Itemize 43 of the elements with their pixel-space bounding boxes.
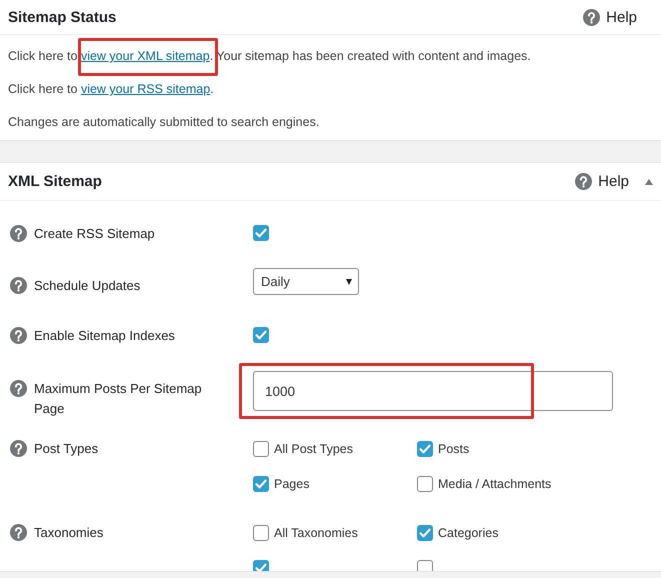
collapse-arrow-icon[interactable] — [645, 178, 653, 184]
help-button[interactable]: Help — [573, 169, 631, 194]
checkbox[interactable] — [253, 225, 269, 241]
checkbox[interactable] — [417, 476, 433, 492]
checkbox-label: Pages — [274, 476, 310, 490]
help-icon — [10, 277, 27, 294]
checkbox[interactable] — [253, 476, 269, 492]
setting-label: Post Types — [34, 440, 100, 458]
checkbox[interactable] — [417, 440, 433, 456]
help-button[interactable]: Help — [581, 4, 639, 30]
sitemap-link[interactable]: view your XML sitemap — [80, 49, 210, 63]
schedule-dropdown[interactable]: Daily — [253, 268, 359, 295]
checkbox-label: All Post Types — [274, 442, 353, 456]
help-icon — [10, 225, 27, 242]
checkbox-label: All Taxonomies — [274, 526, 358, 540]
help-icon — [10, 380, 27, 397]
checkbox[interactable] — [253, 440, 269, 456]
help-icon — [10, 524, 27, 541]
setting-label: Create RSS Sitemap — [34, 225, 156, 243]
setting-label: Taxonomies — [34, 524, 104, 542]
input-field[interactable]: 1000 — [253, 371, 613, 411]
help-icon — [10, 327, 27, 344]
status-text: Changes are automatically submitted to search engines. — [8, 114, 320, 131]
checkbox[interactable] — [253, 327, 269, 343]
status-text: Click here to view your RSS sitemap. — [8, 81, 215, 98]
checkbox[interactable] — [253, 524, 269, 540]
sitemap-link[interactable]: view your RSS sitemap — [80, 82, 210, 96]
help-icon — [575, 173, 592, 190]
checkbox-label: Categories — [438, 526, 498, 540]
checkbox[interactable] — [417, 524, 433, 540]
panel-title: Sitemap Status — [8, 8, 118, 26]
checkbox[interactable] — [253, 560, 269, 571]
status-text: Click here to view your XML sitemap. Your sitemap has been created with content and images. — [8, 48, 653, 65]
setting-label: Maximum Posts Per Sitemap Page — [34, 380, 203, 418]
checkbox-label: Posts — [438, 442, 470, 456]
setting-label: Schedule Updates — [34, 277, 142, 295]
help-icon — [583, 8, 600, 26]
checkbox-label: Media / Attachments — [438, 476, 552, 490]
dropdown-caret-icon — [346, 278, 352, 284]
checkbox[interactable] — [417, 560, 433, 571]
help-icon — [10, 440, 27, 457]
setting-label: Enable Sitemap Indexes — [34, 327, 176, 345]
panel-title: XML Sitemap — [8, 173, 103, 190]
